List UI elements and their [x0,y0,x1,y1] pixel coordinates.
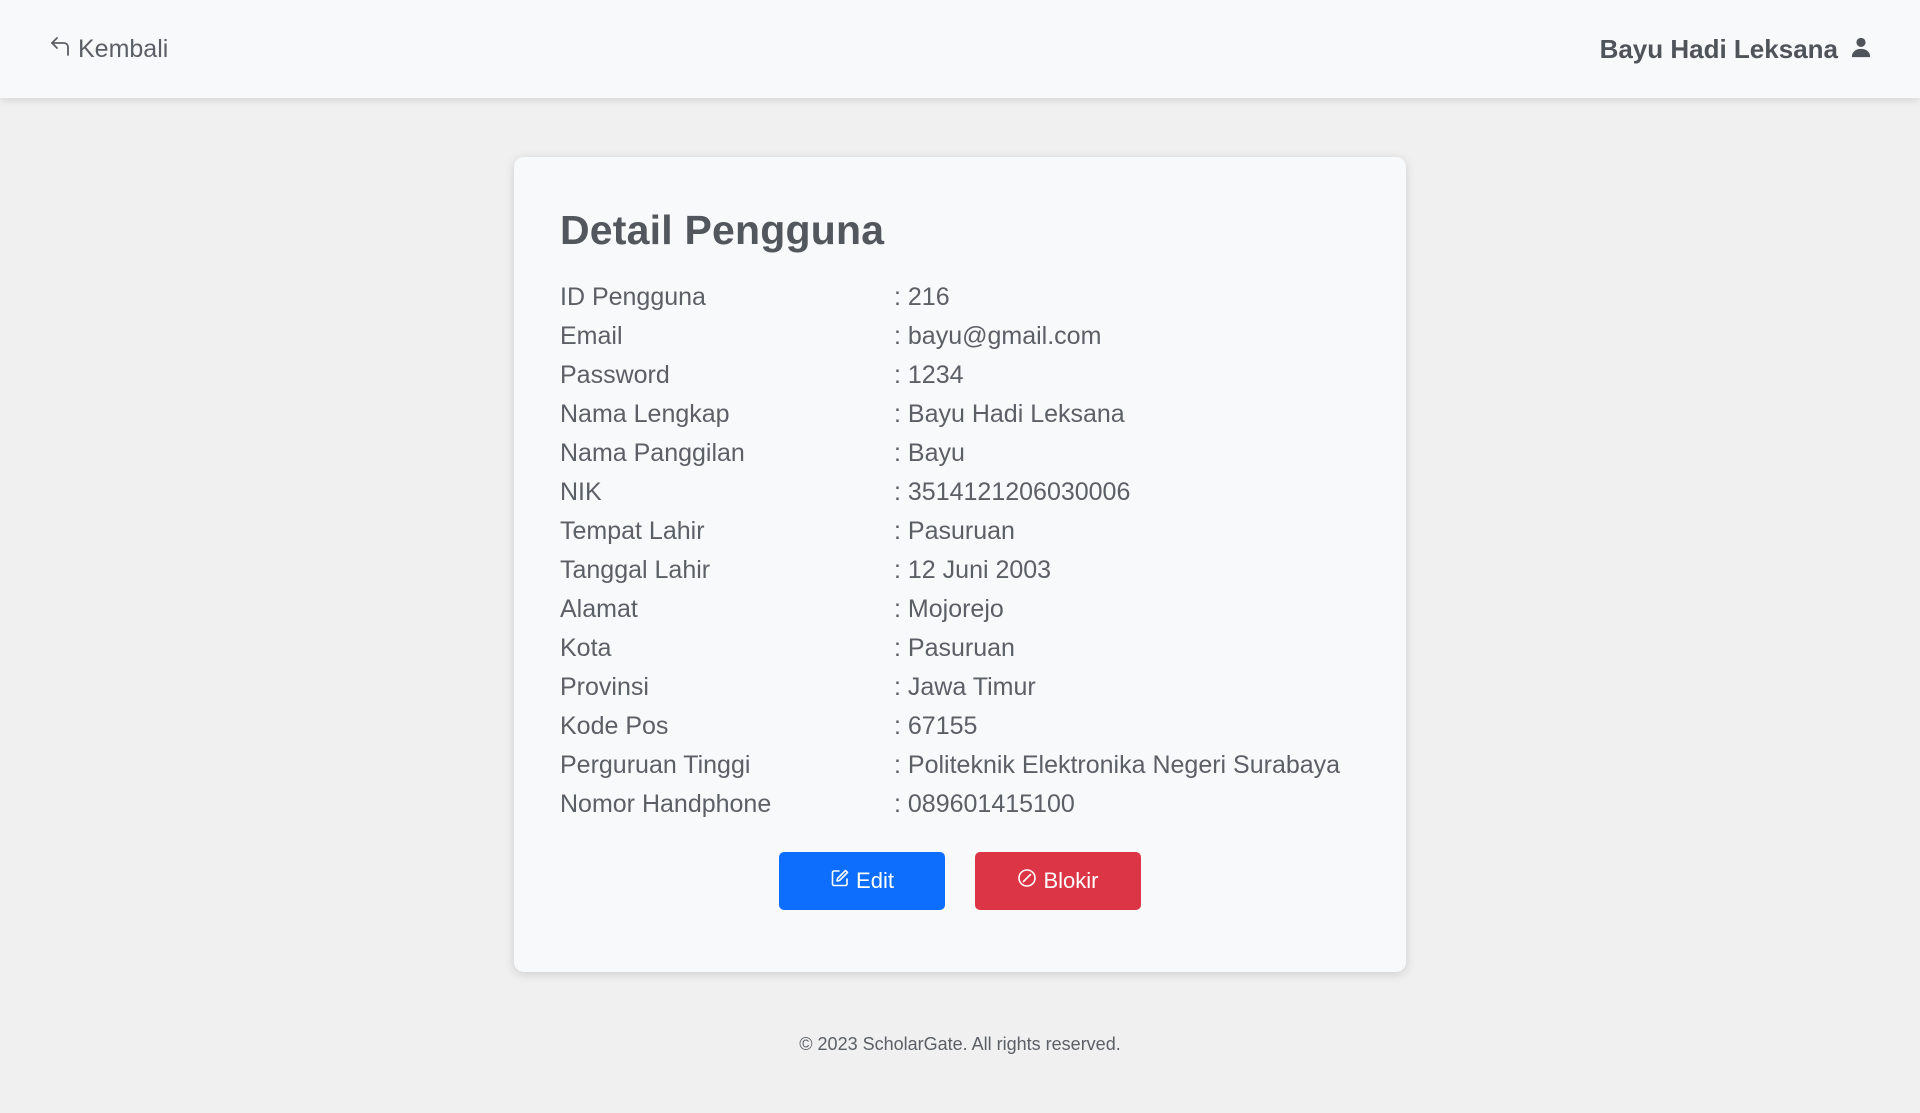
detail-value: 3514121206030006 [894,478,1130,507]
detail-row-email: Email bayu@gmail.com [560,317,1360,356]
detail-label: Kode Pos [560,712,669,740]
detail-row-university: Perguruan Tinggi Politeknik Elektronika … [560,746,1360,785]
action-buttons: Edit Blokir [560,852,1360,910]
back-link-label: Kembali [78,34,169,63]
block-button-label: Blokir [1043,868,1099,893]
detail-label: Kota [560,634,612,662]
detail-value: Politeknik Elektronika Negeri Surabaya [894,751,1340,780]
back-link[interactable]: Kembali [48,34,168,65]
detail-label: Tanggal Lahir [560,556,711,584]
detail-label: Provinsi [560,673,649,701]
detail-label: Password [560,361,670,389]
top-navbar: Kembali Bayu Hadi Leksana [0,0,1920,98]
pencil-square-icon [830,868,850,894]
detail-label: Nama Panggilan [560,439,745,467]
detail-row-birthplace: Tempat Lahir Pasuruan [560,512,1360,551]
detail-value: 216 [894,283,950,312]
detail-value: Bayu Hadi Leksana [894,400,1125,429]
person-icon [1850,34,1872,65]
arrow-return-left-icon [48,34,72,65]
detail-value: Mojorejo [894,595,1004,624]
detail-value: Bayu [894,439,965,468]
detail-label: ID Pengguna [560,283,706,311]
edit-button[interactable]: Edit [779,852,945,910]
detail-row-id: ID Pengguna 216 [560,278,1360,317]
edit-button-label: Edit [856,868,894,893]
user-name: Bayu Hadi Leksana [1599,33,1838,64]
detail-label: Email [560,322,623,350]
detail-value: Pasuruan [894,517,1015,546]
detail-label: Nomor Handphone [560,790,772,818]
detail-label: Tempat Lahir [560,517,705,545]
page-title: Detail Pengguna [560,207,885,253]
detail-row-nik: NIK 3514121206030006 [560,473,1360,512]
detail-row-full-name: Nama Lengkap Bayu Hadi Leksana [560,395,1360,434]
detail-value: Jawa Timur [894,673,1036,702]
detail-row-phone: Nomor Handphone 089601415100 [560,785,1360,824]
user-menu[interactable]: Bayu Hadi Leksana [1600,34,1872,65]
user-detail-card: Detail Pengguna ID Pengguna 216 Email ba… [514,157,1406,972]
detail-row-postal-code: Kode Pos 67155 [560,707,1360,746]
detail-row-nickname: Nama Panggilan Bayu [560,434,1360,473]
detail-row-province: Provinsi Jawa Timur [560,668,1360,707]
detail-label: Nama Lengkap [560,400,730,428]
detail-row-password: Password 1234 [560,356,1360,395]
detail-label: NIK [560,478,602,506]
detail-value: 12 Juni 2003 [894,556,1051,585]
detail-list: ID Pengguna 216 Email bayu@gmail.com Pas… [560,278,1360,824]
block-button[interactable]: Blokir [975,852,1141,910]
slash-circle-icon [1017,868,1037,894]
detail-label: Alamat [560,595,638,623]
detail-row-birthdate: Tanggal Lahir 12 Juni 2003 [560,551,1360,590]
detail-value: 089601415100 [894,790,1075,819]
detail-row-address: Alamat Mojorejo [560,590,1360,629]
detail-label: Perguruan Tinggi [560,751,751,779]
detail-value: Pasuruan [894,634,1015,663]
detail-value: bayu@gmail.com [894,322,1102,351]
detail-value: 1234 [894,361,964,390]
footer-copyright: © 2023 ScholarGate. All rights reserved. [799,1034,1121,1054]
detail-value: 67155 [894,712,978,741]
detail-row-city: Kota Pasuruan [560,629,1360,668]
